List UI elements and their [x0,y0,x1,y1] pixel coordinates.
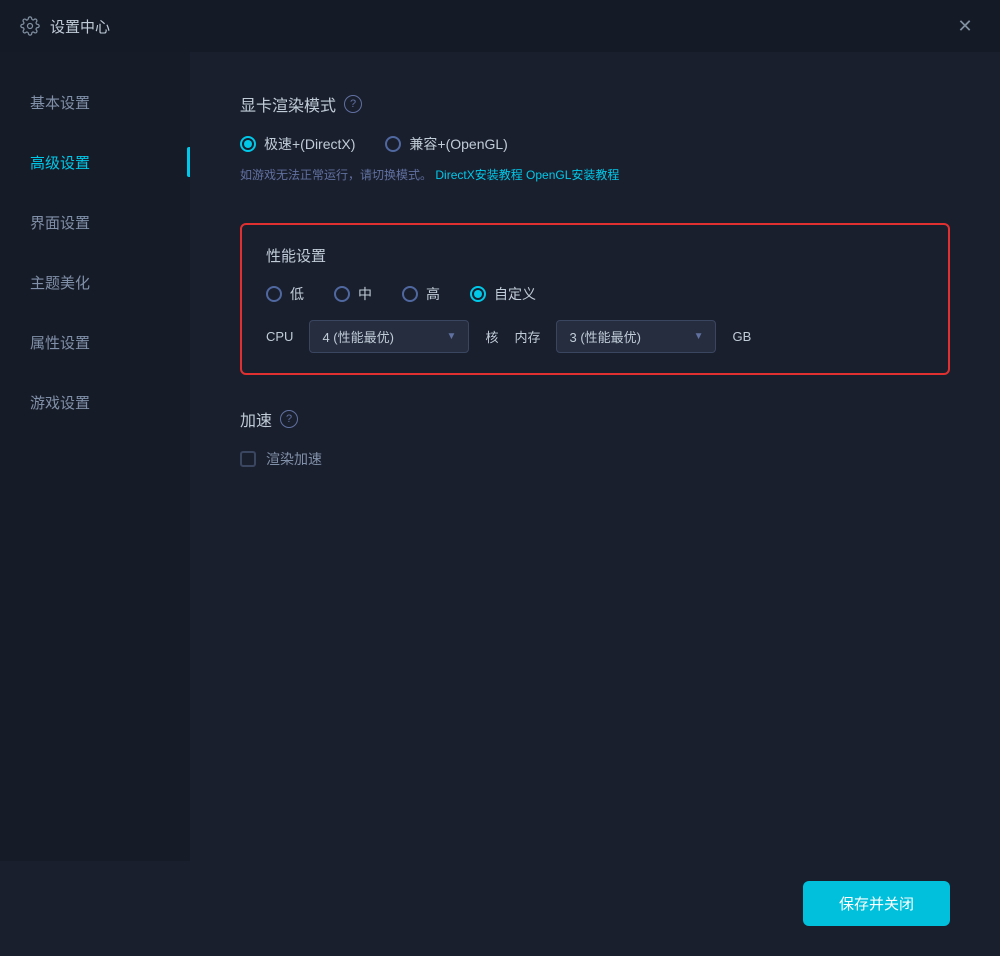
perf-low-option[interactable]: 低 [266,284,304,304]
perf-low-radio[interactable] [266,286,282,302]
perf-cpu-row: CPU 4 (性能最优) ▼ 核 内存 3 (性能最优) ▼ GB [266,320,924,353]
perf-mid-option[interactable]: 中 [334,284,372,304]
perf-high-option[interactable]: 高 [402,284,440,304]
perf-mid-label: 中 [358,284,372,304]
perf-custom-radio-dot [474,290,482,298]
sidebar: 基本设置 高级设置 界面设置 主题美化 属性设置 游戏设置 [0,52,190,861]
directx-label: 极速+(DirectX) [264,134,355,154]
settings-icon [20,16,40,36]
mem-dropdown-arrow: ▼ [694,331,704,342]
mem-label: 内存 [514,327,540,346]
accel-section-title: 加速 ? [240,407,950,431]
sidebar-label-game: 游戏设置 [30,392,90,413]
close-button[interactable]: ✕ [950,11,980,41]
window-title: 设置中心 [50,16,110,37]
window: 设置中心 ✕ 基本设置 高级设置 界面设置 主题美化 属性设置 游戏设置 [0,0,1000,956]
perf-low-label: 低 [290,284,304,304]
directx-option[interactable]: 极速+(DirectX) [240,134,355,154]
sidebar-item-interface[interactable]: 界面设置 [0,192,190,252]
mem-dropdown[interactable]: 3 (性能最优) ▼ [556,320,716,353]
sidebar-label-interface: 界面设置 [30,212,90,233]
title-bar-left: 设置中心 [20,16,110,37]
directx-radio-dot [244,140,252,148]
gpu-help-icon[interactable]: ? [344,95,362,113]
sidebar-label-basic: 基本设置 [30,92,90,113]
gpu-title-text: 显卡渲染模式 [240,92,336,116]
gpu-section: 显卡渲染模式 ? 极速+(DirectX) 兼容+(OpenGL) [240,92,950,183]
sidebar-label-attribute: 属性设置 [30,332,90,353]
accel-section: 加速 ? 渲染加速 [240,407,950,469]
accel-title-text: 加速 [240,407,272,431]
sidebar-label-advanced: 高级设置 [30,152,90,173]
perf-radio-group: 低 中 高 自定义 [266,284,924,304]
sidebar-item-attribute[interactable]: 属性设置 [0,312,190,372]
sidebar-item-game[interactable]: 游戏设置 [0,372,190,432]
gpu-hint: 如游戏无法正常运行，请切换模式。 DirectX安装教程 OpenGL安装教程 [240,166,950,183]
sidebar-item-theme[interactable]: 主题美化 [0,252,190,312]
cpu-unit: 核 [485,327,498,346]
gpu-radio-group: 极速+(DirectX) 兼容+(OpenGL) [240,134,950,154]
title-bar: 设置中心 ✕ [0,0,1000,52]
performance-section: 性能设置 低 中 高 [240,223,950,375]
cpu-dropdown-arrow: ▼ [447,331,457,342]
opengl-radio[interactable] [385,136,401,152]
main-layout: 基本设置 高级设置 界面设置 主题美化 属性设置 游戏设置 显卡渲 [0,52,1000,861]
gpu-section-title: 显卡渲染模式 ? [240,92,950,116]
perf-high-radio[interactable] [402,286,418,302]
save-button[interactable]: 保存并关闭 [803,881,950,926]
render-accel-label: 渲染加速 [266,449,322,469]
opengl-option[interactable]: 兼容+(OpenGL) [385,134,507,154]
render-accel-checkbox[interactable] [240,451,256,467]
cpu-label: CPU [266,329,293,344]
perf-custom-option[interactable]: 自定义 [470,284,536,304]
directx-radio[interactable] [240,136,256,152]
directx-link[interactable]: DirectX安装教程 [435,168,522,182]
perf-mid-radio[interactable] [334,286,350,302]
render-accel-option[interactable]: 渲染加速 [240,449,950,469]
footer: 保存并关闭 [0,861,1000,956]
cpu-dropdown[interactable]: 4 (性能最优) ▼ [309,320,469,353]
opengl-link[interactable]: OpenGL安装教程 [526,168,619,182]
accel-help-icon[interactable]: ? [280,410,298,428]
perf-high-label: 高 [426,284,440,304]
mem-dropdown-value: 3 (性能最优) [569,327,641,346]
cpu-dropdown-value: 4 (性能最优) [322,327,394,346]
mem-unit: GB [732,329,751,344]
perf-section-title: 性能设置 [266,245,924,266]
content-area: 显卡渲染模式 ? 极速+(DirectX) 兼容+(OpenGL) [190,52,1000,861]
sidebar-item-advanced[interactable]: 高级设置 [0,132,190,192]
sidebar-label-theme: 主题美化 [30,272,90,293]
perf-custom-radio[interactable] [470,286,486,302]
sidebar-item-basic[interactable]: 基本设置 [0,72,190,132]
perf-custom-label: 自定义 [494,284,536,304]
opengl-label: 兼容+(OpenGL) [409,134,507,154]
